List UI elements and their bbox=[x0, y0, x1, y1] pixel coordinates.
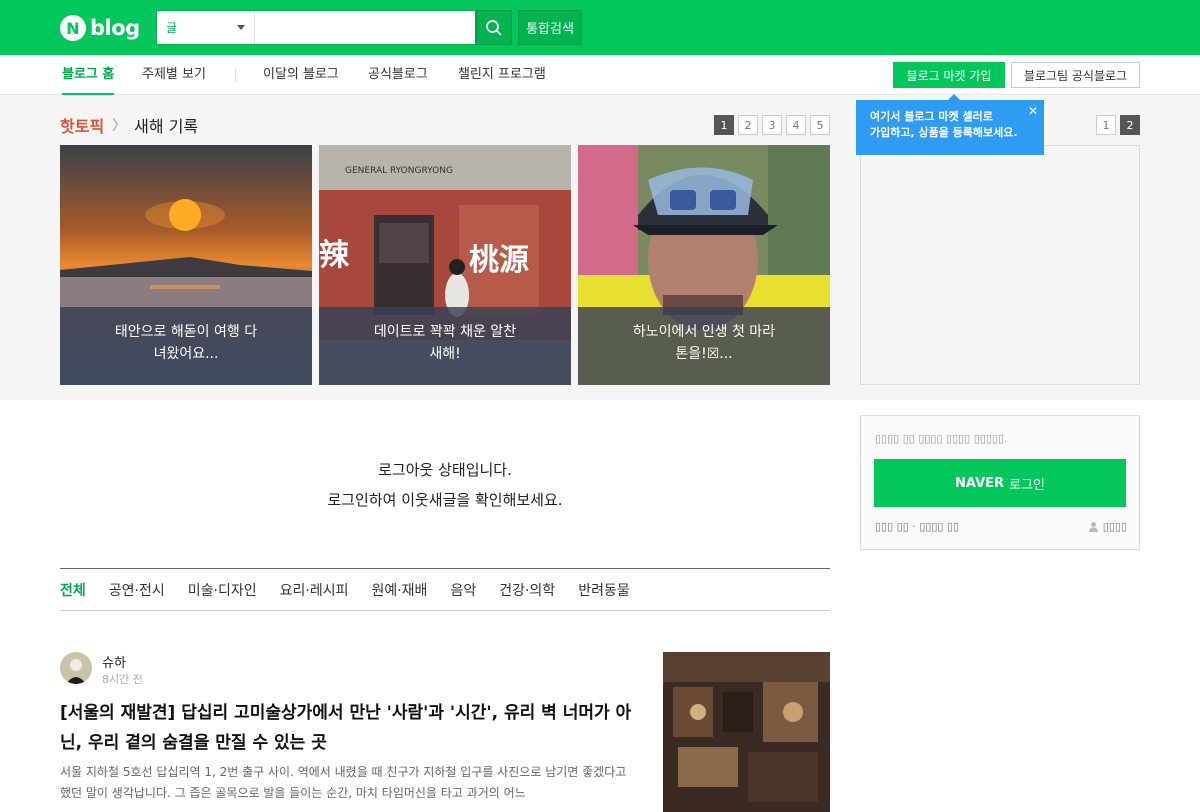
caption-line1: 태안으로 해돋이 여행 다 bbox=[114, 324, 258, 340]
caption-line1: 하노이에서 인생 첫 마라 bbox=[632, 324, 776, 340]
tab-pets[interactable]: 반려동물 bbox=[578, 580, 630, 600]
tab-music[interactable]: 음악 bbox=[450, 580, 476, 600]
topic-pager: 1 2 3 4 5 bbox=[714, 115, 830, 135]
tab-art-design[interactable]: 미술·디자인 bbox=[188, 580, 257, 600]
market-tooltip: 여기서 블로그 마켓 셀러로 가입하고, 상품을 등록해보세요. ✕ bbox=[856, 94, 1044, 155]
nav-by-topic[interactable]: 주제별 보기 bbox=[142, 55, 206, 95]
tab-gardening[interactable]: 원예·재배 bbox=[371, 580, 427, 600]
top-bar: N blog 글 통합검색 bbox=[0, 0, 1200, 55]
nav-blog-of-month[interactable]: 이달의 블로그 bbox=[263, 55, 339, 95]
logout-line1: 로그아웃 상태입니다. bbox=[378, 461, 512, 479]
search-input[interactable] bbox=[255, 11, 475, 44]
search-icon bbox=[486, 19, 502, 36]
nav-blog-home[interactable]: 블로그 홈 bbox=[62, 55, 115, 95]
page-button[interactable]: 2 bbox=[1120, 115, 1140, 135]
nav-divider bbox=[235, 68, 236, 82]
blog-team-official-button[interactable]: 블로그팀 공식블로그 bbox=[1011, 62, 1140, 88]
card-caption: 하노이에서 인생 첫 마라 톤을!☒... bbox=[578, 307, 830, 385]
side-banner[interactable] bbox=[860, 145, 1140, 385]
nav-challenge-program[interactable]: 챌린지 프로그램 bbox=[458, 55, 546, 95]
naver-brand-text: NAVER bbox=[955, 475, 1005, 491]
caption-line2: 새해! bbox=[429, 346, 461, 362]
author-avatar-image bbox=[60, 652, 92, 684]
post-title[interactable]: [서울의 재발견] 답십리 고미술상가에서 만난 '사람'과 '시간', 유리 … bbox=[60, 698, 640, 758]
naver-blog-logo[interactable]: N blog bbox=[60, 14, 140, 42]
post-author[interactable]: 슈하 bbox=[102, 652, 126, 671]
main-nav: 블로그 홈 주제별 보기 이달의 블로그 공식블로그 챌린지 프로그램 블로그 … bbox=[0, 55, 1200, 95]
page-button[interactable]: 4 bbox=[786, 115, 806, 135]
tooltip-line1: 여기서 블로그 마켓 셀러로 bbox=[870, 110, 993, 123]
shop-sign-text: GENERAL RYONGRYONG bbox=[345, 166, 453, 176]
search-box: 글 bbox=[156, 10, 476, 45]
tooltip-line2: 가입하고, 상품을 등록해보세요. bbox=[870, 126, 1018, 139]
chevron-right-icon: 〉 bbox=[112, 118, 127, 134]
page-button[interactable]: 1 bbox=[1096, 115, 1116, 135]
logout-line2: 로그인하여 이웃새글을 확인해보세요. bbox=[327, 491, 563, 509]
page-button[interactable]: 1 bbox=[714, 115, 734, 135]
chevron-down-icon bbox=[237, 25, 245, 30]
naver-n-icon: N bbox=[60, 15, 86, 41]
nav-official-blogs[interactable]: 공식블로그 bbox=[368, 55, 428, 95]
total-search-button[interactable]: 통합검색 bbox=[518, 10, 582, 45]
page-button[interactable]: 3 bbox=[762, 115, 782, 135]
blog-market-join-button[interactable]: 블로그 마켓 가입 bbox=[893, 62, 1005, 88]
search-type-label: 글 bbox=[166, 21, 178, 35]
page-button[interactable]: 5 bbox=[810, 115, 830, 135]
antique-shop-photo bbox=[663, 652, 830, 812]
card-caption: 태안으로 해돋이 여행 다 녀왔어요... bbox=[60, 307, 312, 385]
page-button[interactable]: 2 bbox=[738, 115, 758, 135]
caption-line1: 데이트로 꽉꽉 채운 알찬 bbox=[373, 324, 517, 340]
tab-all[interactable]: 전체 bbox=[60, 580, 86, 600]
search-type-select[interactable]: 글 bbox=[157, 11, 255, 44]
svg-text:辣: 辣 bbox=[319, 238, 350, 273]
hot-topic-label[interactable]: 핫토픽 bbox=[60, 113, 104, 137]
topic-card[interactable]: 하노이에서 인생 첫 마라 톤을!☒... bbox=[578, 145, 830, 385]
svg-text:桃源: 桃源 bbox=[469, 243, 529, 278]
tab-cooking-recipe[interactable]: 요리·레시피 bbox=[280, 580, 349, 600]
login-prompt-text: ▯▯▯▯ ▯▯ ▯▯▯▯ ▯▯▯▯ ▯▯▯▯▯. bbox=[875, 432, 1008, 445]
category-tabs: 전체 공연·전시 미술·디자인 요리·레시피 원예·재배 음악 건강·의학 반려… bbox=[60, 568, 830, 611]
topic-heading: 핫토픽 〉 새해 기록 bbox=[60, 113, 198, 137]
caption-line2: 톤을!☒... bbox=[675, 346, 733, 362]
topic-name: 새해 기록 bbox=[134, 117, 199, 136]
login-label: 로그인 bbox=[1009, 477, 1045, 493]
post-time: 8시간 전 bbox=[102, 673, 143, 686]
caption-line2: 녀왔어요... bbox=[153, 346, 219, 362]
post-excerpt[interactable]: 서울 지하철 5호선 답십리역 1, 2번 출구 사이. 역에서 내렸을 때 친… bbox=[60, 762, 640, 804]
topic-card[interactable]: GENERAL RYONGRYONG 桃源 辣 데이트로 꽉꽉 채운 알찬 새해… bbox=[319, 145, 571, 385]
post-thumbnail[interactable] bbox=[663, 652, 830, 812]
card-caption: 데이트로 꽉꽉 채운 알찬 새해! bbox=[319, 307, 571, 385]
find-account-link[interactable]: ▯▯▯ ▯▯ · ▯▯▯▯ ▯▯ bbox=[875, 520, 959, 533]
topic-card[interactable]: 태안으로 해돋이 여행 다 녀왔어요... bbox=[60, 145, 312, 385]
logout-message: 로그아웃 상태입니다. 로그인하여 이웃새글을 확인해보세요. bbox=[60, 455, 830, 515]
tab-performance-exhibition[interactable]: 공연·전시 bbox=[109, 580, 165, 600]
tab-health-medicine[interactable]: 건강·의학 bbox=[499, 580, 555, 600]
close-icon[interactable]: ✕ bbox=[1028, 103, 1038, 119]
logo-text: blog bbox=[90, 16, 140, 40]
avatar[interactable] bbox=[60, 652, 92, 684]
user-icon bbox=[1088, 522, 1098, 532]
login-box: ▯▯▯▯ ▯▯ ▯▯▯▯ ▯▯▯▯ ▯▯▯▯▯. NAVER 로그인 ▯▯▯ ▯… bbox=[860, 415, 1140, 550]
side-pager: 1 2 bbox=[1096, 115, 1140, 135]
naver-login-button[interactable]: NAVER 로그인 bbox=[874, 459, 1126, 507]
join-link[interactable]: ▯▯▯▯ bbox=[1088, 520, 1127, 533]
search-button[interactable] bbox=[476, 10, 512, 45]
join-label: ▯▯▯▯ bbox=[1102, 520, 1127, 533]
